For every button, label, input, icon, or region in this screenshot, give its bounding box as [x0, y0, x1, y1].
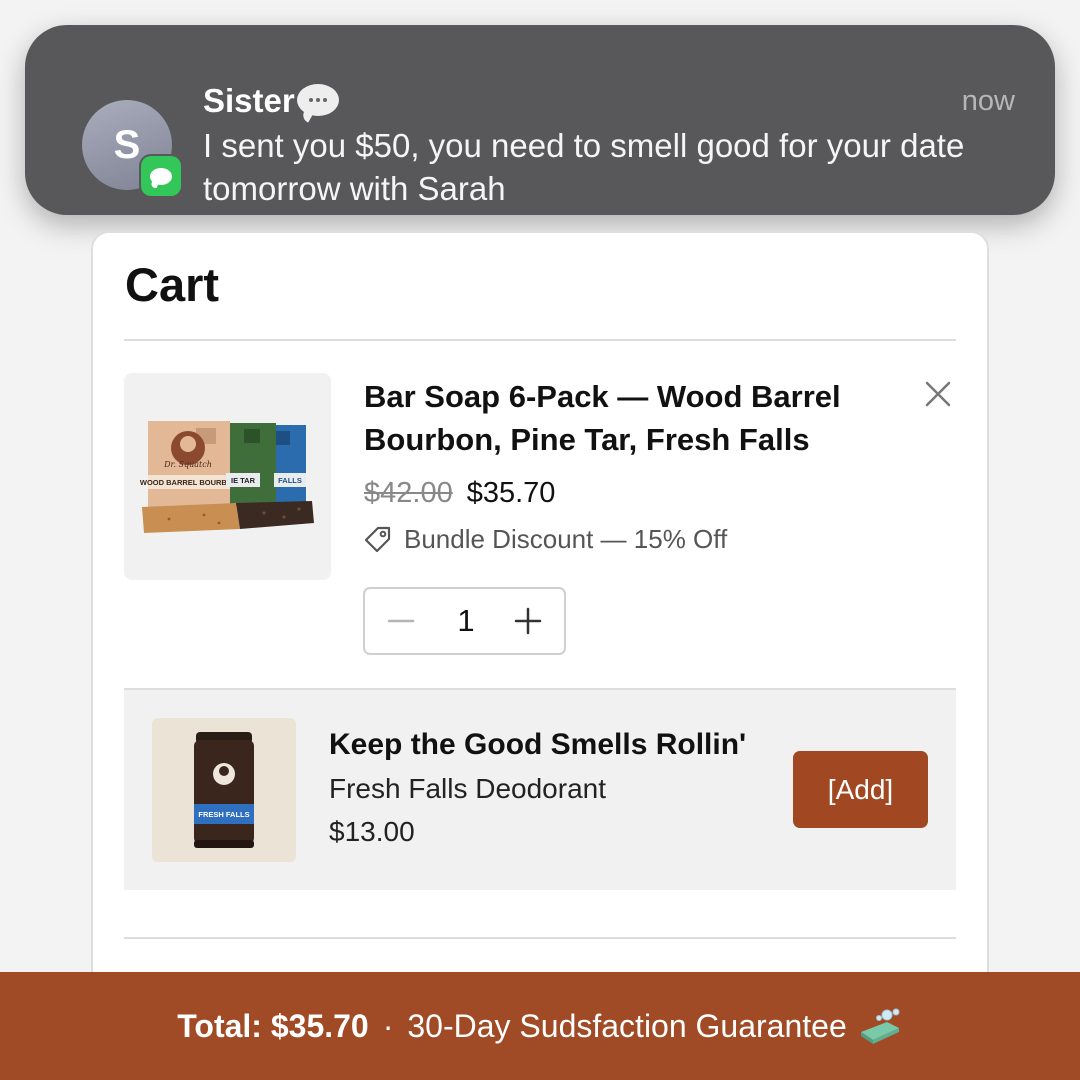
decrease-quantity-button[interactable]	[379, 599, 423, 643]
separator-dot: ·	[382, 1007, 394, 1044]
plus-icon	[514, 607, 542, 635]
checkout-footer[interactable]: Total: $35.70 · 30-Day Sudsfaction Guara…	[0, 972, 1080, 1080]
tag-icon	[364, 526, 391, 553]
cart-total: Total: $35.70	[177, 1007, 369, 1044]
soap-label-wood-barrel: WOOD BARREL BOURBON	[140, 478, 238, 487]
close-icon	[925, 381, 951, 407]
deodorant-product-image[interactable]: FRESH FALLS	[152, 718, 296, 862]
discount-label: Bundle Discount — 15% Off	[404, 523, 728, 554]
upsell-price: $13.00	[329, 816, 415, 847]
soap-illustration: WOOD BARREL BOURBON IE TAR FALLS Dr. Squ…	[140, 421, 314, 533]
notification-sender: Sister	[203, 82, 339, 120]
page-title: Cart	[125, 258, 220, 311]
cart-item-price: $42.00 $35.70	[364, 477, 555, 510]
soap-label-fresh-falls: FALLS	[278, 476, 302, 485]
deodorant-label: FRESH FALLS	[198, 810, 249, 819]
increase-quantity-button[interactable]	[506, 599, 550, 643]
minus-icon	[387, 619, 415, 623]
divider	[124, 339, 956, 341]
brand-logo-text: Dr. Squatch	[163, 460, 212, 469]
notification-content: S Sister now I sent you $50, you need to…	[25, 25, 1055, 215]
soap-label-pine-tar: IE TAR	[231, 476, 256, 485]
soap-icon	[857, 1006, 903, 1046]
remove-item-button[interactable]	[918, 374, 958, 414]
cart-item-name[interactable]: Bar Soap 6-Pack — Wood Barrel Bourbon, P…	[364, 375, 884, 461]
sale-price: $35.70	[466, 477, 556, 509]
deodorant-illustration: FRESH FALLS	[194, 732, 254, 848]
upsell-heading: Keep the Good Smells Rollin'	[329, 728, 747, 761]
notification-message: I sent you $50, you need to smell good f…	[203, 127, 965, 207]
add-upsell-button[interactable]: [Add]	[793, 751, 928, 828]
typing-bubble-icon	[296, 84, 339, 116]
divider	[124, 937, 956, 939]
quantity-stepper[interactable]: 1	[363, 587, 566, 655]
original-price: $42.00	[364, 477, 453, 509]
avatar-initial: S	[113, 122, 141, 167]
discount-badge: Bundle Discount — 15% Off	[362, 523, 727, 555]
upsell-product-name[interactable]: Fresh Falls Deodorant	[329, 773, 606, 805]
quantity-value[interactable]: 1	[435, 589, 497, 653]
notification-time: now	[961, 85, 1015, 117]
sender-name: Sister	[203, 82, 295, 119]
messages-icon	[141, 156, 181, 196]
guarantee-text: 30-Day Sudsfaction Guarantee	[407, 1007, 847, 1044]
bar-soap-product-image[interactable]: WOOD BARREL BOURBON IE TAR FALLS Dr. Squ…	[124, 373, 331, 580]
